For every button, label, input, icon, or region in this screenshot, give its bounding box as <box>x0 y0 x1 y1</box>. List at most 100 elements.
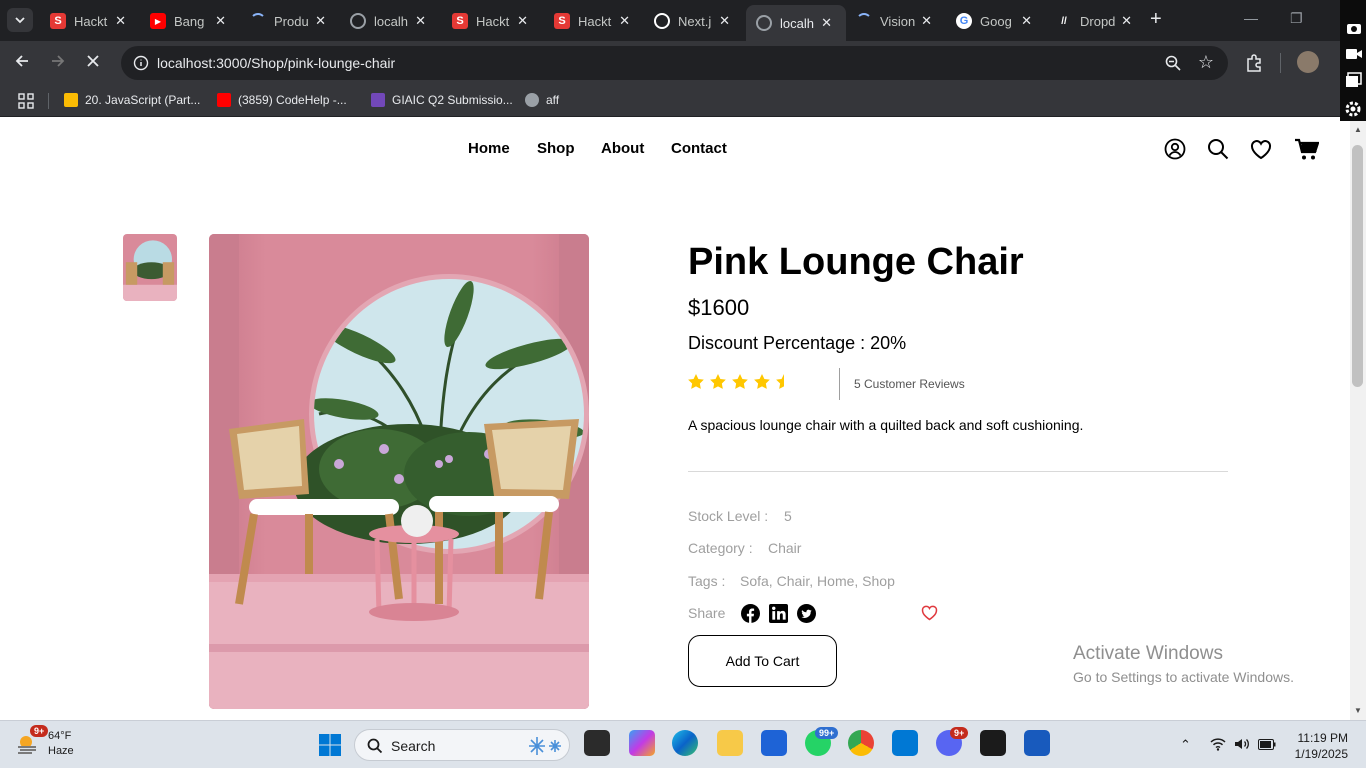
star-icon <box>710 374 726 389</box>
wifi-icon[interactable] <box>1210 737 1226 751</box>
tab-close-icon[interactable]: ✕ <box>415 13 426 29</box>
show-hidden-icons-chevron-icon[interactable]: ⌃ <box>1180 737 1191 753</box>
arrow-right-icon <box>52 55 65 67</box>
linkedin-icon[interactable] <box>769 604 788 623</box>
new-tab-button[interactable]: + <box>1150 8 1162 31</box>
product-price: $1600 <box>688 295 750 320</box>
bookmark-label: aff <box>546 93 560 107</box>
extensions-icon[interactable] <box>1245 54 1263 72</box>
browser-tab[interactable]: Vision ✕ <box>846 6 946 36</box>
nav-contact-link[interactable]: Contact <box>671 140 727 157</box>
bookmark-favicon-icon <box>217 93 231 107</box>
task-view-icon[interactable] <box>584 730 610 756</box>
tab-close-icon[interactable]: ✕ <box>719 13 730 29</box>
stop-loading-button[interactable] <box>86 53 100 71</box>
nav-about-link[interactable]: About <box>601 140 644 157</box>
s-logo-icon: S <box>554 13 570 29</box>
zoom-icon[interactable] <box>1164 54 1182 72</box>
video-icon[interactable] <box>1345 46 1363 62</box>
browser-tab[interactable]: S Hackt ✕ <box>544 6 644 36</box>
stock-label: Stock Level : <box>688 508 769 524</box>
browser-tab[interactable]: Next.j ✕ <box>644 6 744 36</box>
cart-icon[interactable] <box>1294 138 1319 161</box>
settings-gear-icon[interactable] <box>1344 100 1362 118</box>
word-icon[interactable] <box>1024 730 1050 756</box>
page-scrollbar[interactable]: ▲ ▼ <box>1350 121 1366 720</box>
tab-close-icon[interactable]: ✕ <box>115 13 126 29</box>
site-info-icon[interactable] <box>133 55 149 71</box>
nav-shop-link[interactable]: Shop <box>537 140 575 157</box>
bookmark-item[interactable]: (3859) CodeHelp -... <box>217 93 347 107</box>
edge-browser-icon[interactable] <box>672 730 698 756</box>
tab-close-icon[interactable]: ✕ <box>315 13 326 29</box>
battery-icon[interactable] <box>1258 739 1276 750</box>
address-bar[interactable]: localhost:3000/Shop/pink-lounge-chair ☆ <box>121 46 1228 80</box>
windows-start-icon[interactable] <box>318 733 342 757</box>
tab-title: localh <box>374 13 408 29</box>
window-icon[interactable] <box>1345 72 1362 88</box>
browser-tab[interactable]: G Goog ✕ <box>946 6 1046 36</box>
facebook-icon[interactable] <box>741 604 760 623</box>
product-main-image <box>209 234 589 709</box>
browser-tab[interactable]: // Dropd ✕ <box>1046 6 1146 36</box>
browser-tab[interactable]: S Hackt ✕ <box>40 6 140 36</box>
back-button[interactable] <box>14 53 30 72</box>
bookmarks-divider <box>48 93 49 109</box>
browser-tab[interactable]: Produ ✕ <box>240 6 340 36</box>
discount-percentage: Discount Percentage : 20% <box>688 333 907 353</box>
chrome-icon[interactable] <box>848 730 874 756</box>
tab-title: Hackt <box>74 13 108 29</box>
bookmark-item[interactable]: aff <box>525 93 559 107</box>
product-thumbnail[interactable] <box>123 234 177 301</box>
taskbar-search-box[interactable]: Search <box>354 729 570 761</box>
browser-tab[interactable]: S Hackt ✕ <box>442 6 542 36</box>
youtube-icon: ▶ <box>150 13 166 29</box>
restore-button[interactable]: ❐ <box>1290 10 1303 27</box>
tags-label: Tags : <box>688 573 726 589</box>
camera-icon[interactable] <box>1346 20 1362 36</box>
vscode-icon[interactable] <box>892 730 918 756</box>
tab-search-button[interactable] <box>7 8 33 32</box>
tab-close-icon[interactable]: ✕ <box>1021 13 1032 29</box>
browser-tab[interactable]: localh ✕ <box>746 5 846 41</box>
twitter-icon[interactable] <box>797 604 816 623</box>
add-to-wishlist-heart-icon[interactable] <box>920 604 939 621</box>
tab-close-icon[interactable]: ✕ <box>517 13 528 29</box>
bookmark-item[interactable]: 20. JavaScript (Part... <box>64 93 200 107</box>
copilot-icon[interactable] <box>629 730 655 756</box>
arrow-left-icon <box>15 55 28 67</box>
wishlist-heart-icon[interactable] <box>1249 138 1273 160</box>
scroll-up-arrow-icon[interactable]: ▲ <box>1354 125 1362 134</box>
add-to-cart-button[interactable]: Add To Cart <box>688 635 837 687</box>
scroll-down-arrow-icon[interactable]: ▼ <box>1354 706 1362 715</box>
snowflake-icon <box>529 737 561 755</box>
weather-widget[interactable]: 9+ 64°F Haze <box>16 725 74 759</box>
tab-close-icon[interactable]: ✕ <box>1121 13 1132 29</box>
nav-home-link[interactable]: Home <box>468 140 510 157</box>
microsoft-store-icon[interactable] <box>761 730 787 756</box>
tab-close-icon[interactable]: ✕ <box>921 13 932 29</box>
system-clock[interactable]: 11:19 PM 1/19/2025 <box>1295 730 1348 762</box>
browser-tab[interactable]: localh ✕ <box>340 6 440 36</box>
tab-close-icon[interactable]: ✕ <box>619 13 630 29</box>
account-icon[interactable] <box>1164 138 1186 160</box>
customer-reviews-link[interactable]: 5 Customer Reviews <box>854 377 965 391</box>
volume-icon[interactable] <box>1234 737 1250 751</box>
forward-button[interactable] <box>50 53 66 72</box>
search-icon[interactable] <box>1207 138 1229 160</box>
s-logo-icon: S <box>50 13 66 29</box>
browser-tab[interactable]: ▶ Bang ✕ <box>140 6 240 36</box>
tab-close-icon[interactable]: ✕ <box>821 15 832 31</box>
bookmark-star-icon[interactable]: ☆ <box>1198 52 1214 73</box>
tab-close-icon[interactable]: ✕ <box>215 13 226 29</box>
tab-title: Next.j <box>678 13 712 29</box>
profile-avatar[interactable] <box>1297 51 1319 73</box>
category-label: Category : <box>688 540 753 556</box>
apps-grid-icon[interactable] <box>18 93 34 109</box>
terminal-icon[interactable] <box>980 730 1006 756</box>
minimize-button[interactable]: — <box>1244 10 1258 26</box>
scrollbar-thumb[interactable] <box>1352 145 1363 387</box>
bookmark-item[interactable]: GIAIC Q2 Submissio... <box>371 93 513 107</box>
file-explorer-icon[interactable] <box>717 730 743 756</box>
globe-icon <box>756 15 772 31</box>
